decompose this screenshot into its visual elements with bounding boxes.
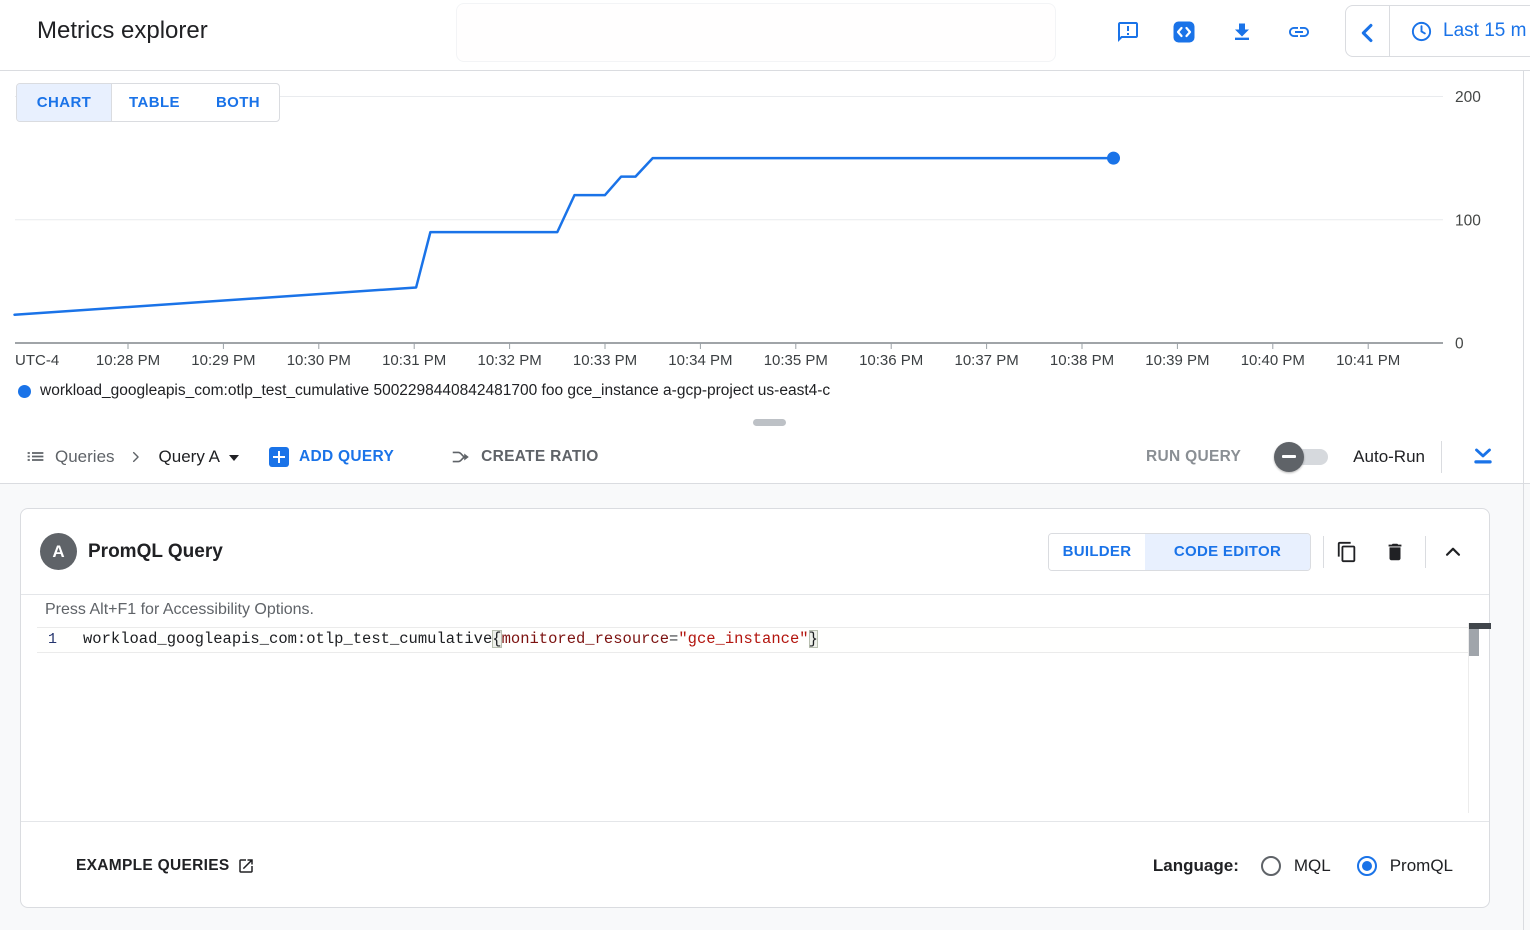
code-open-brace: { — [492, 630, 501, 648]
radio-mql-label[interactable]: MQL — [1294, 856, 1331, 876]
collapse-panel-icon[interactable] — [1442, 541, 1464, 563]
add-query-button[interactable]: ADD QUERY — [269, 447, 394, 467]
query-list-icon[interactable] — [25, 446, 46, 467]
x-tick-label: 10:38 PM — [1050, 352, 1114, 369]
y-tick-label: 100 — [1455, 212, 1481, 229]
y-tick-label: 0 — [1455, 336, 1464, 353]
panel-title: PromQL Query — [88, 541, 223, 563]
caret-down-icon — [229, 455, 239, 461]
query-letter-badge: A — [40, 533, 77, 570]
timeseries-chart: 200 100 0 10:28 PM 10:29 PM 10:30 PM 10:31 PM 1… — [0, 71, 1530, 430]
code-line-row[interactable]: workload_googleapis_com:otlp_test_cumula… — [37, 627, 1468, 653]
link-icon[interactable] — [1287, 20, 1311, 44]
x-tick-label: 10:28 PM — [96, 352, 160, 369]
x-tick-label: 10:37 PM — [954, 352, 1018, 369]
code-metric: workload_googleapis_com:otlp_test_cumula… — [83, 630, 492, 648]
divider — [1323, 536, 1324, 568]
query-section: A PromQL Query BUILDER CODE EDITOR — [0, 484, 1530, 930]
tab-table[interactable]: TABLE — [112, 84, 197, 121]
auto-run-label: Auto-Run — [1353, 447, 1425, 467]
accessibility-note: Press Alt+F1 for Accessibility Options. — [45, 601, 314, 619]
x-tick-label: 10:32 PM — [477, 352, 541, 369]
query-name: Query A — [159, 447, 220, 467]
chevron-right-icon — [129, 450, 143, 464]
builder-tab[interactable]: BUILDER — [1049, 534, 1145, 570]
code-label-name: monitored_resource — [502, 630, 669, 648]
code-label-value: "gce_instance" — [678, 630, 808, 648]
x-tick-label: 10:40 PM — [1241, 352, 1305, 369]
x-tick-label: 10:29 PM — [191, 352, 255, 369]
legend-series-dot — [18, 385, 31, 398]
plus-icon — [269, 447, 289, 467]
code-equals: = — [669, 630, 678, 648]
side-panel-edge — [1523, 71, 1524, 930]
radio-promql[interactable] — [1357, 856, 1377, 876]
merge-arrows-icon — [450, 446, 472, 468]
tab-chart[interactable]: CHART — [17, 84, 112, 121]
divider — [1441, 441, 1442, 473]
clock-icon[interactable] — [1410, 20, 1433, 43]
timezone-label: UTC-4 — [15, 352, 59, 369]
promql-query-panel: A PromQL Query BUILDER CODE EDITOR — [20, 508, 1490, 908]
run-query-button[interactable]: RUN QUERY — [1146, 448, 1241, 466]
code-editor-tab[interactable]: CODE EDITOR — [1145, 534, 1310, 570]
x-tick-label: 10:30 PM — [287, 352, 351, 369]
divider — [1425, 536, 1426, 568]
panel-header: A PromQL Query BUILDER CODE EDITOR — [21, 509, 1489, 595]
x-tick-label: 10:39 PM — [1145, 352, 1209, 369]
page-title: Metrics explorer — [37, 17, 208, 45]
app-header: Metrics explorer Last 15 m — [0, 0, 1530, 71]
tab-both[interactable]: BOTH — [197, 84, 279, 121]
legend-series-label: workload_googleapis_com:otlp_test_cumula… — [40, 382, 830, 400]
x-tick-label: 10:41 PM — [1336, 352, 1400, 369]
y-tick-label: 200 — [1455, 89, 1481, 106]
code-icon[interactable] — [1172, 20, 1196, 44]
header-search-highlight — [456, 3, 1056, 62]
radio-mql[interactable] — [1261, 856, 1281, 876]
x-tick-label: 10:34 PM — [668, 352, 732, 369]
x-tick-label: 10:36 PM — [859, 352, 923, 369]
time-range-label[interactable]: Last 15 m — [1443, 6, 1526, 56]
view-tabs: CHART TABLE BOTH — [16, 83, 280, 122]
example-queries-link[interactable]: EXAMPLE QUERIES — [76, 857, 255, 875]
scrollbar-thumb[interactable] — [1469, 629, 1479, 656]
line-number: 1 — [48, 631, 57, 648]
queries-toolbar: Queries Query A ADD QUERY CREATE RATIO R… — [0, 430, 1530, 484]
promql-code-editor[interactable]: Press Alt+F1 for Accessibility Options. … — [21, 595, 1489, 821]
x-tick-label: 10:33 PM — [573, 352, 637, 369]
copy-query-icon[interactable] — [1336, 541, 1358, 563]
latest-point-dot — [1107, 152, 1120, 165]
delete-query-icon[interactable] — [1384, 541, 1406, 563]
queries-menu-button[interactable]: Queries — [55, 447, 115, 467]
language-label: Language: — [1153, 856, 1239, 876]
toggle-knob — [1274, 442, 1304, 472]
section-resize-handle[interactable] — [753, 419, 786, 426]
download-icon[interactable] — [1230, 20, 1254, 44]
feedback-icon[interactable] — [1116, 20, 1140, 44]
collapse-all-icon[interactable] — [1470, 444, 1496, 470]
x-tick-label: 10:31 PM — [382, 352, 446, 369]
open-in-new-icon — [237, 857, 255, 875]
code-close-brace: } — [809, 630, 818, 648]
panel-footer: EXAMPLE QUERIES Language: MQL PromQL — [21, 821, 1489, 909]
auto-run-toggle[interactable] — [1274, 442, 1336, 472]
create-ratio-button[interactable]: CREATE RATIO — [450, 446, 599, 468]
editor-mode-toggle: BUILDER CODE EDITOR — [1048, 533, 1311, 571]
query-selector-dropdown[interactable]: Query A — [159, 447, 239, 467]
radio-promql-label[interactable]: PromQL — [1390, 856, 1453, 876]
chart-section: 200 100 0 10:28 PM 10:29 PM 10:30 PM 10:31 PM 1… — [0, 71, 1530, 430]
chevron-left-icon[interactable] — [1354, 19, 1382, 45]
divider — [1389, 6, 1390, 56]
time-range-control: Last 15 m — [1345, 5, 1530, 57]
metric-line — [15, 158, 1114, 315]
legend-item: workload_googleapis_com:otlp_test_cumula… — [18, 382, 830, 400]
code-line[interactable]: workload_googleapis_com:otlp_test_cumula… — [83, 630, 818, 648]
x-tick-label: 10:35 PM — [764, 352, 828, 369]
